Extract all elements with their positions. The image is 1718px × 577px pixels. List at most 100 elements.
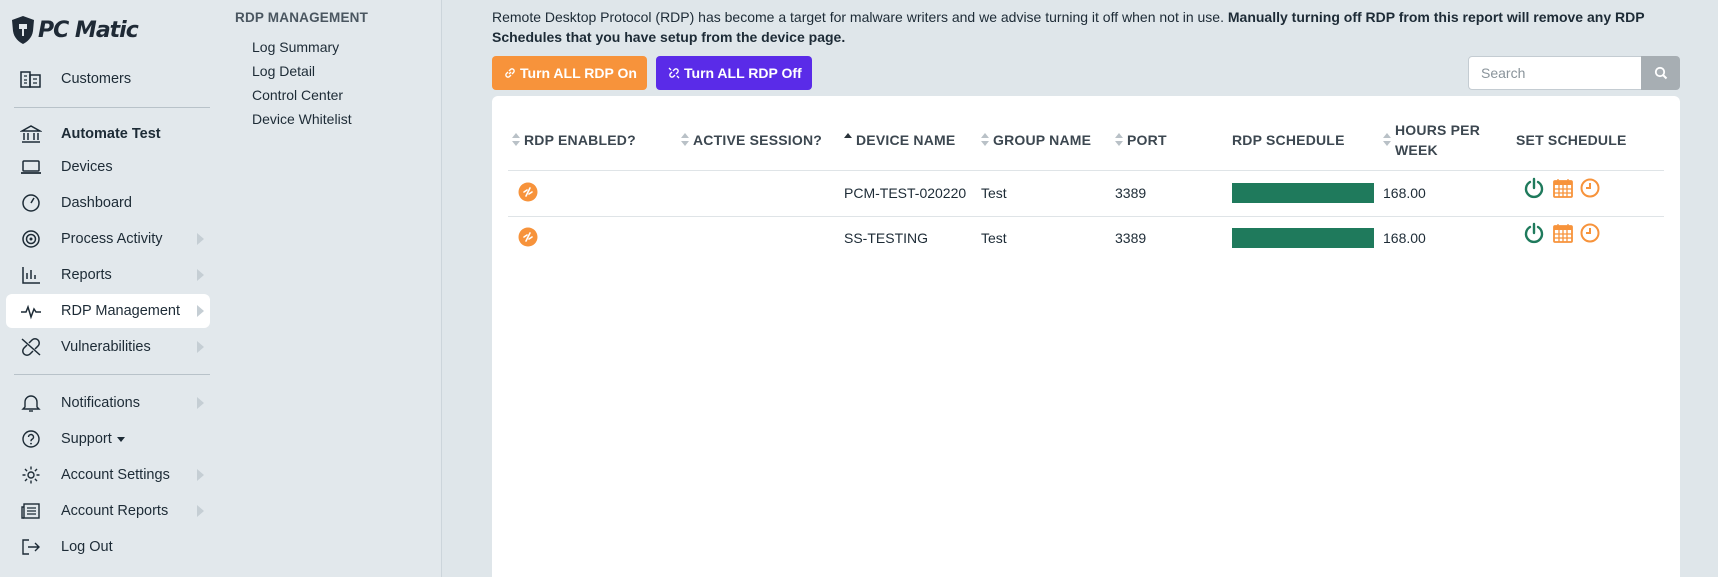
nav-label: Reports: [61, 267, 112, 283]
submenu-title: RDP MANAGEMENT: [235, 10, 369, 25]
group-name-cell: Test: [981, 230, 1007, 246]
turn-all-rdp-on-button[interactable]: Turn ALL RDP On: [492, 56, 647, 90]
turn-all-rdp-off-button[interactable]: Turn ALL RDP Off: [656, 56, 812, 90]
expand-arrow-icon: [197, 397, 204, 409]
broken-link-icon: [21, 338, 41, 356]
pc-matic-logo[interactable]: PC Matic: [10, 14, 139, 46]
calendar-icon[interactable]: [1552, 177, 1574, 199]
nav-label: Account Reports: [61, 503, 169, 519]
nav-devices[interactable]: Devices: [6, 150, 210, 184]
main-sidebar: PC Matic Customers Automate Test Devices…: [0, 0, 215, 577]
expand-arrow-icon: [197, 469, 204, 481]
rdp-table-panel: [492, 96, 1680, 577]
expand-arrow-icon: [197, 233, 204, 245]
nav-label: Notifications: [61, 395, 140, 411]
nav-notifications[interactable]: Notifications: [6, 386, 210, 420]
sublink-control-center[interactable]: Control Center: [252, 87, 343, 103]
bell-icon: [21, 395, 41, 412]
calendar-icon[interactable]: [1552, 222, 1574, 244]
nav-divider: [14, 107, 210, 108]
sublink-log-summary[interactable]: Log Summary: [252, 39, 339, 55]
header-group-name[interactable]: GROUP NAME: [981, 130, 1091, 150]
question-circle-icon: [22, 430, 40, 448]
logout-icon: [22, 539, 40, 555]
brand-name: PC Matic: [38, 17, 139, 43]
nav-label: Account Settings: [61, 467, 170, 483]
unlink-icon: [668, 67, 680, 79]
nav-process-activity[interactable]: Process Activity: [6, 222, 210, 256]
expand-arrow-icon: [197, 505, 204, 517]
newspaper-icon: [21, 503, 40, 519]
rdp-disabled-status-icon[interactable]: [518, 182, 538, 202]
rdp-notice: Remote Desktop Protocol (RDP) has become…: [492, 9, 1645, 45]
nav-dashboard[interactable]: Dashboard: [6, 186, 210, 220]
laptop-icon: [21, 160, 41, 174]
sort-icon: [512, 133, 520, 147]
nav-label: Support: [61, 431, 125, 447]
nav-rdp-management[interactable]: RDP Management: [6, 294, 210, 328]
nav-log-out[interactable]: Log Out: [6, 530, 210, 564]
sort-icon: [681, 133, 689, 147]
nav-account-reports[interactable]: Account Reports: [6, 494, 210, 528]
hours-cell: 168.00: [1383, 230, 1426, 246]
bar-chart-icon: [22, 267, 40, 284]
nav-divider: [14, 374, 210, 375]
port-cell: 3389: [1115, 185, 1147, 201]
rdp-submenu: RDP MANAGEMENT Log Summary Log Detail Co…: [215, 0, 442, 577]
nav-vulnerabilities[interactable]: Vulnerabilities: [6, 330, 210, 364]
clock-icon[interactable]: [1579, 222, 1601, 244]
hours-cell: 168.00: [1383, 185, 1426, 201]
nav-customers[interactable]: Customers: [6, 62, 210, 96]
nav-automate-test[interactable]: Automate Test: [6, 117, 210, 151]
header-active-session[interactable]: ACTIVE SESSION?: [681, 130, 822, 150]
rdp-disabled-status-icon[interactable]: [518, 227, 538, 247]
sort-icon: [981, 133, 989, 147]
gear-icon: [22, 466, 40, 484]
sort-icon: [1115, 133, 1123, 147]
expand-arrow-icon: [197, 269, 204, 281]
header-divider: [508, 170, 1664, 171]
link-icon: [505, 68, 515, 78]
sort-icon: [1383, 133, 1391, 147]
nav-label: Log Out: [61, 539, 113, 555]
nav-label: Vulnerabilities: [61, 339, 151, 355]
sublink-device-whitelist[interactable]: Device Whitelist: [252, 111, 352, 127]
header-port[interactable]: PORT: [1115, 130, 1167, 150]
shield-logo-icon: [12, 16, 34, 44]
target-icon: [22, 230, 40, 248]
caret-down-icon: [116, 436, 125, 442]
header-set-schedule: SET SCHEDULE: [1516, 132, 1627, 148]
header-rdp-schedule: RDP SCHEDULE: [1232, 132, 1345, 148]
pulse-icon: [21, 304, 41, 320]
nav-label: Automate Test: [61, 126, 161, 142]
power-icon[interactable]: [1523, 222, 1545, 244]
clock-icon[interactable]: [1579, 177, 1601, 199]
device-name-cell[interactable]: PCM-TEST-020220: [844, 185, 966, 201]
nav-reports[interactable]: Reports: [6, 258, 210, 292]
header-device-name[interactable]: DEVICE NAME: [844, 130, 955, 150]
gauge-icon: [22, 194, 40, 212]
rdp-schedule-bar: [1232, 183, 1374, 203]
group-name-cell: Test: [981, 185, 1007, 201]
power-icon[interactable]: [1523, 177, 1545, 199]
rdp-schedule-bar: [1232, 228, 1374, 248]
header-rdp-enabled[interactable]: RDP ENABLED?: [512, 130, 636, 150]
nav-label: RDP Management: [61, 303, 181, 319]
nav-label: Devices: [61, 159, 113, 175]
header-hours-per-week[interactable]: HOURS PER WEEK: [1383, 120, 1493, 160]
bank-icon: [20, 125, 42, 143]
nav-support[interactable]: Support: [6, 422, 210, 456]
nav-label: Customers: [61, 71, 132, 87]
search-input[interactable]: [1468, 56, 1642, 90]
sublink-log-detail[interactable]: Log Detail: [252, 63, 315, 79]
row-divider: [508, 216, 1664, 217]
nav-label: Dashboard: [61, 195, 132, 211]
device-name-cell[interactable]: SS-TESTING: [844, 230, 928, 246]
nav-account-settings[interactable]: Account Settings: [6, 458, 210, 492]
search-button[interactable]: [1641, 56, 1680, 90]
port-cell: 3389: [1115, 230, 1147, 246]
buildings-icon: [20, 71, 41, 88]
search-icon: [1654, 66, 1667, 80]
expand-arrow-icon: [197, 305, 204, 317]
expand-arrow-icon: [197, 341, 204, 353]
